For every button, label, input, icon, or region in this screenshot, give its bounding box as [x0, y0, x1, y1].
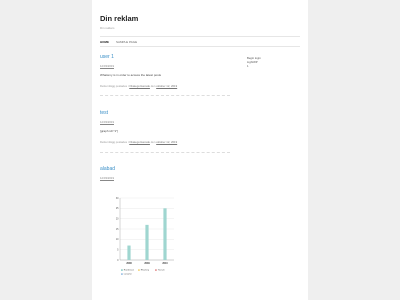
nav-sample-page-link[interactable]: SAMPLE PAGE [116, 40, 137, 44]
post-divider [100, 152, 230, 153]
site-title[interactable]: Din reklam [100, 14, 138, 23]
legend-label: Rundresor [124, 269, 134, 272]
post-meta: Detta inlägg postades i Okategoriserade … [100, 84, 230, 88]
post-category-link[interactable]: Okategoriserade [129, 84, 150, 88]
post-title[interactable]: test [100, 110, 230, 116]
post-date-link[interactable]: oktober 12, 2019 [156, 84, 177, 88]
post-meta-prefix: Detta inlägg postades i [100, 140, 129, 144]
post-meta-mid: den [150, 140, 156, 144]
post-title[interactable]: user 1 [100, 54, 230, 60]
post-body: [graph id="1"] [100, 129, 119, 133]
y-tick-label: 5 [117, 248, 119, 251]
post-date[interactable]: 12/03/2019 [100, 64, 230, 68]
y-tick-label: 20 [116, 217, 119, 220]
legend-swatch [138, 269, 140, 271]
x-tick-label: 2010 [162, 262, 168, 265]
y-tick-label: 15 [116, 228, 119, 231]
post-test: test 12/03/2019 [graph id="1"] Detta inl… [100, 110, 230, 144]
x-tick-label: 2008 [126, 262, 132, 265]
post-user-1: user 1 12/03/2019 Whatsmy is in order to… [100, 54, 230, 88]
post-date[interactable]: 12/03/2019 [100, 176, 230, 180]
legend-swatch [121, 273, 123, 275]
page: Din reklam Din reklam HOME SAMPLE PAGE u… [92, 0, 308, 300]
sidebar: Begin login LightWP 1 [247, 56, 305, 68]
post-date[interactable]: 12/03/2019 [100, 120, 230, 124]
main-navigation: HOME SAMPLE PAGE [100, 36, 300, 47]
bar-chart-svg: 0 5 10 15 20 25 30 2008 2009 2010 Rundresor Rhamey Y… [116, 197, 174, 276]
y-tick-label: 25 [116, 207, 119, 210]
post-category-link[interactable]: Okategoriserade [129, 140, 150, 144]
y-tick-label: 30 [116, 197, 119, 200]
legend-swatch [121, 269, 123, 271]
sidebar-number: 1 [247, 64, 249, 68]
post-body: Whatsmy is in order to access the latest… [100, 73, 162, 77]
legend-swatch [155, 269, 157, 271]
x-tick-label: 2009 [144, 262, 150, 265]
post-meta: Detta inlägg postades i Okategoriserade … [100, 140, 230, 144]
y-tick-label: 10 [116, 238, 119, 241]
post-divider [100, 95, 230, 96]
post-meta-mid: den [150, 84, 156, 88]
legend-label: Yezsch [158, 270, 166, 272]
site-description: Din reklam [100, 26, 115, 30]
chart-bar [127, 245, 131, 260]
chart-bar [145, 224, 149, 260]
post-title[interactable]: alabad [100, 166, 230, 172]
post-alabad: alabad 12/03/2019 [100, 166, 230, 180]
post-meta-prefix: Detta inlägg postades i [100, 84, 129, 88]
nav-home-link[interactable]: HOME [100, 40, 109, 44]
y-tick-label: 0 [117, 259, 119, 262]
post-date-link[interactable]: oktober 12, 2019 [156, 140, 177, 144]
legend-label: Rhamey [141, 270, 150, 272]
bar-chart: 0 5 10 15 20 25 30 2008 2009 2010 Rundresor Rhamey Y… [112, 192, 182, 284]
legend-label: Laname [124, 274, 133, 276]
chart-bar [163, 208, 167, 260]
